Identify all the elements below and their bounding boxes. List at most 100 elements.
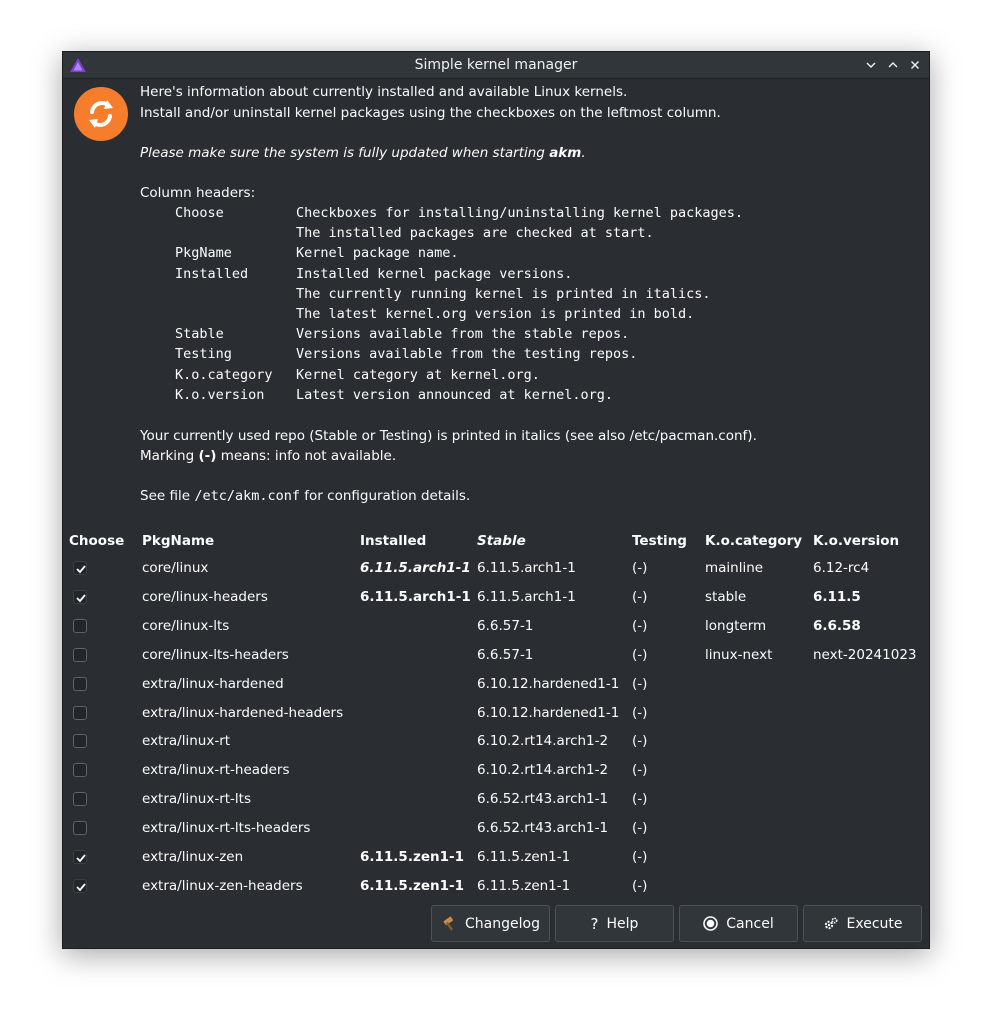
header-version[interactable]: K.o.version: [813, 530, 899, 552]
cell-category: stable: [705, 588, 747, 605]
cell-testing: (-): [632, 849, 648, 865]
cell-stable: 6.11.5.zen1-1: [477, 877, 571, 894]
cell-testing: (-): [632, 820, 648, 837]
column-doc-name: K.o.category: [175, 366, 273, 383]
cell-version: 6.11.5: [813, 588, 861, 605]
column-doc-name: K.o.version: [175, 386, 265, 403]
cell-category: longterm: [705, 617, 767, 634]
cell-testing: (-): [632, 762, 648, 779]
table-row[interactable]: core/linux 6.11.5.arch1-1 6.11.5.arch1-1 (-…: [63, 554, 931, 583]
header-installed[interactable]: Installed: [360, 530, 426, 552]
column-doc-name: Choose: [175, 205, 224, 221]
column-doc-desc: Checkboxes for installing/uninstalling k…: [296, 205, 744, 221]
column-doc-desc: Latest version announced at kernel.org.: [296, 386, 613, 403]
cell-category: mainline: [705, 560, 764, 576]
table-row[interactable]: extra/linux-rt-lts-headers 6.6.52.rt43.ar…: [63, 814, 931, 843]
cell-version: 6.6.58: [813, 617, 861, 634]
cell-pkgname: core/linux-lts: [142, 617, 230, 634]
choose-checkbox[interactable]: [73, 676, 87, 691]
config-path: /etc/akm.conf: [194, 488, 300, 504]
cell-testing: (-): [632, 704, 648, 721]
cell-stable: 6.10.2.rt14.arch1-2: [477, 762, 609, 779]
column-doc-desc: Versions available from the testing repo…: [296, 346, 638, 363]
choose-checkbox[interactable]: [73, 763, 87, 778]
help-button[interactable]: ? Help: [555, 905, 674, 942]
cell-pkgname: extra/linux-rt-headers: [142, 762, 290, 779]
cell-pkgname: extra/linux-rt-lts: [142, 791, 251, 808]
choose-checkbox[interactable]: [73, 647, 87, 662]
title-bar[interactable]: Simple kernel manager: [63, 52, 929, 79]
column-doc-desc: The latest kernel.org version is printed…: [296, 306, 695, 322]
cell-category: linux-next: [705, 646, 773, 663]
changelog-label: Changelog: [465, 915, 540, 932]
cell-installed: 6.11.5.zen1-1: [360, 877, 464, 894]
header-choose[interactable]: Choose: [69, 530, 124, 552]
table-row[interactable]: extra/linux-hardened 6.10.12.hardened1-1 (…: [63, 670, 931, 699]
table-row[interactable]: extra/linux-rt-headers 6.10.2.rt14.arch1-…: [63, 756, 931, 785]
repo-note: Your currently used repo (Stable or Test…: [140, 428, 757, 444]
header-testing[interactable]: Testing: [632, 530, 687, 552]
update-note: Please make sure the system is fully upd…: [140, 145, 586, 161]
choose-checkbox[interactable]: [73, 705, 87, 720]
cell-pkgname: extra/linux-rt-lts-headers: [142, 820, 311, 837]
cell-pkgname: core/linux-lts-headers: [142, 646, 289, 663]
cell-stable: 6.11.5.arch1-1: [477, 588, 576, 605]
cell-stable: 6.6.57-1: [477, 646, 534, 663]
cancel-icon: [703, 916, 719, 931]
column-doc-name: PkgName: [175, 245, 232, 262]
checkmark-icon: [76, 854, 86, 863]
choose-checkbox[interactable]: [73, 792, 87, 807]
table-row[interactable]: core/linux-headers 6.11.5.arch1-1 6.11.5.a…: [63, 583, 931, 612]
cell-testing: (-): [632, 646, 648, 663]
execute-button[interactable]: Execute: [803, 905, 922, 942]
checkmark-icon: [76, 883, 86, 892]
cancel-label: Cancel: [726, 915, 774, 932]
column-doc-desc: Installed kernel package versions.: [296, 265, 573, 282]
choose-checkbox[interactable]: [73, 618, 87, 633]
choose-checkbox[interactable]: [73, 589, 87, 604]
table-row[interactable]: core/linux-lts-headers 6.6.57-1 (-) linux-n…: [63, 641, 931, 670]
maximize-button[interactable]: [884, 56, 902, 74]
execute-label: Execute: [846, 915, 903, 932]
choose-checkbox[interactable]: [73, 734, 87, 749]
minimize-button[interactable]: [862, 56, 880, 74]
cell-testing: (-): [632, 733, 648, 750]
table-row[interactable]: extra/linux-zen 6.11.5.zen1-1 6.11.5.zen1-…: [63, 843, 931, 872]
column-doc-desc: The currently running kernel is printed …: [296, 285, 711, 302]
header-category[interactable]: K.o.category: [705, 530, 802, 552]
column-doc-name: Stable: [175, 326, 224, 343]
table-row[interactable]: extra/linux-hardened-headers 6.10.12.hard…: [63, 699, 931, 728]
choose-checkbox[interactable]: [73, 821, 87, 836]
cell-testing: (-): [632, 877, 648, 894]
main-window: Simple kernel manager Here's information…: [62, 51, 930, 949]
choose-checkbox[interactable]: [73, 878, 87, 893]
cell-stable: 6.6.52.rt43.arch1-1: [477, 820, 609, 837]
column-doc-name: Installed: [175, 265, 249, 282]
cell-installed: 6.11.5.arch1-1: [360, 560, 471, 576]
refresh-icon: [74, 87, 128, 141]
question-icon: ?: [590, 914, 599, 933]
header-stable[interactable]: Stable: [477, 530, 526, 552]
choose-checkbox[interactable]: [73, 561, 87, 575]
chevron-up-icon: [888, 62, 898, 68]
close-button[interactable]: [906, 56, 924, 74]
cancel-button[interactable]: Cancel: [679, 905, 798, 942]
changelog-button[interactable]: Changelog: [431, 905, 550, 942]
cell-stable: 6.11.5.zen1-1: [477, 849, 571, 865]
table-row[interactable]: extra/linux-rt 6.10.2.rt14.arch1-2 (-): [63, 727, 931, 756]
cell-stable: 6.10.2.rt14.arch1-2: [477, 733, 609, 750]
header-pkgname[interactable]: PkgName: [142, 530, 214, 552]
table-row[interactable]: core/linux-lts 6.6.57-1 (-) longterm 6.6.58: [63, 612, 931, 641]
choose-checkbox[interactable]: [73, 850, 87, 864]
checkmark-icon: [76, 565, 86, 574]
table-row[interactable]: extra/linux-zen-headers 6.11.5.zen1-1 6.11…: [63, 872, 931, 901]
chevron-down-icon: [866, 62, 876, 68]
table-row[interactable]: extra/linux-rt-lts 6.6.52.rt43.arch1-1 (-): [63, 785, 931, 814]
intro-line-2: Install and/or uninstall kernel packages…: [140, 105, 721, 121]
hammer-icon: [441, 916, 457, 932]
cell-stable: 6.6.52.rt43.arch1-1: [477, 791, 609, 808]
column-doc-name: Testing: [175, 346, 232, 363]
column-doc-desc: Kernel category at kernel.org.: [296, 366, 540, 383]
cell-installed: 6.11.5.arch1-1: [360, 588, 471, 605]
cell-pkgname: extra/linux-hardened-headers: [142, 704, 344, 721]
